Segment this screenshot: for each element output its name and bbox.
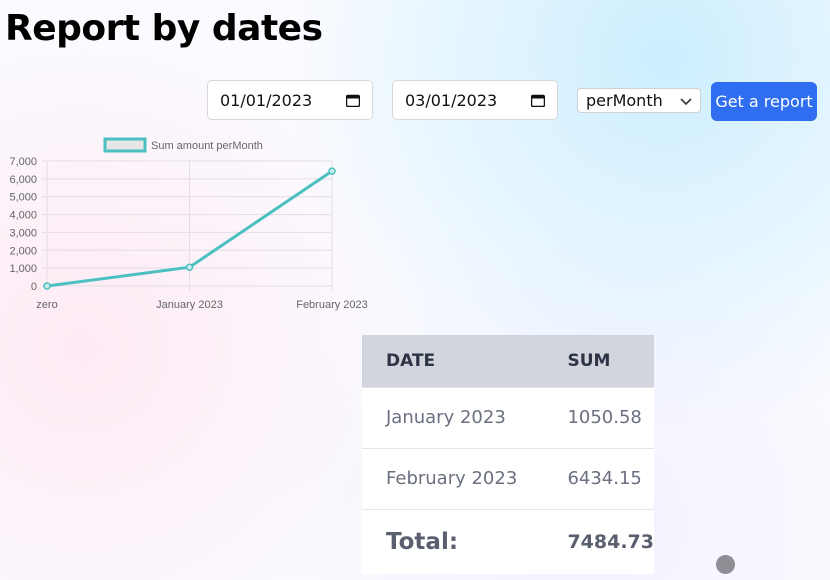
row-date: January 2023 (362, 386, 544, 448)
table-row: February 2023 6434.15 (362, 447, 654, 509)
data-point (43, 282, 51, 290)
chevron-down-icon (680, 91, 692, 110)
calendar-icon[interactable] (346, 94, 360, 107)
data-point (328, 167, 336, 175)
data-point (185, 263, 194, 271)
total-value: 7484.73 (543, 508, 654, 574)
y-tick-label: 5,000 (9, 192, 37, 204)
table-row: January 2023 1050.58 (362, 386, 654, 448)
y-tick-label: 3,000 (9, 227, 37, 239)
x-tick-label: February 2023 (296, 299, 368, 311)
legend-label: Sum amount perMonth (151, 140, 263, 152)
date-column-header: DATE (386, 350, 436, 371)
row-sum: 1050.58 (543, 386, 654, 448)
total-label: Total: (362, 508, 544, 574)
legend-swatch (103, 137, 147, 153)
floating-action-dot[interactable] (716, 555, 735, 574)
total-row: Total: 7484.73 (362, 508, 654, 574)
y-tick-label: 1,000 (9, 263, 37, 275)
y-tick-label: 0 (31, 281, 37, 293)
period-select-value: perMonth (586, 91, 663, 110)
report-table: DATE SUM January 2023 1050.58 February 2… (362, 335, 654, 574)
start-date-input[interactable]: 01/01/2023 (207, 80, 373, 120)
page-title: Report by dates (5, 8, 323, 49)
x-tick-label: January 2023 (156, 299, 223, 311)
table-header-row: DATE SUM (362, 335, 654, 387)
start-date-value: 01/01/2023 (220, 90, 313, 110)
y-tick-label: 2,000 (9, 245, 37, 257)
sum-column-header: SUM (567, 350, 611, 371)
row-date: February 2023 (362, 447, 544, 509)
x-tick-label: zero (36, 299, 57, 311)
end-date-input[interactable]: 03/01/2023 (392, 80, 558, 120)
line-chart: Sum amount perMonth 7,000 6,000 5,000 4,000 3… (9, 137, 368, 311)
get-report-button[interactable]: Get a report (711, 82, 817, 121)
y-tick-label: 6,000 (9, 174, 37, 186)
end-date-value: 03/01/2023 (405, 90, 498, 110)
y-tick-label: 4,000 (9, 210, 37, 222)
period-select[interactable]: perMonth (577, 88, 701, 113)
row-sum: 6434.15 (543, 447, 654, 509)
calendar-icon[interactable] (531, 94, 545, 107)
y-tick-label: 7,000 (9, 156, 37, 168)
